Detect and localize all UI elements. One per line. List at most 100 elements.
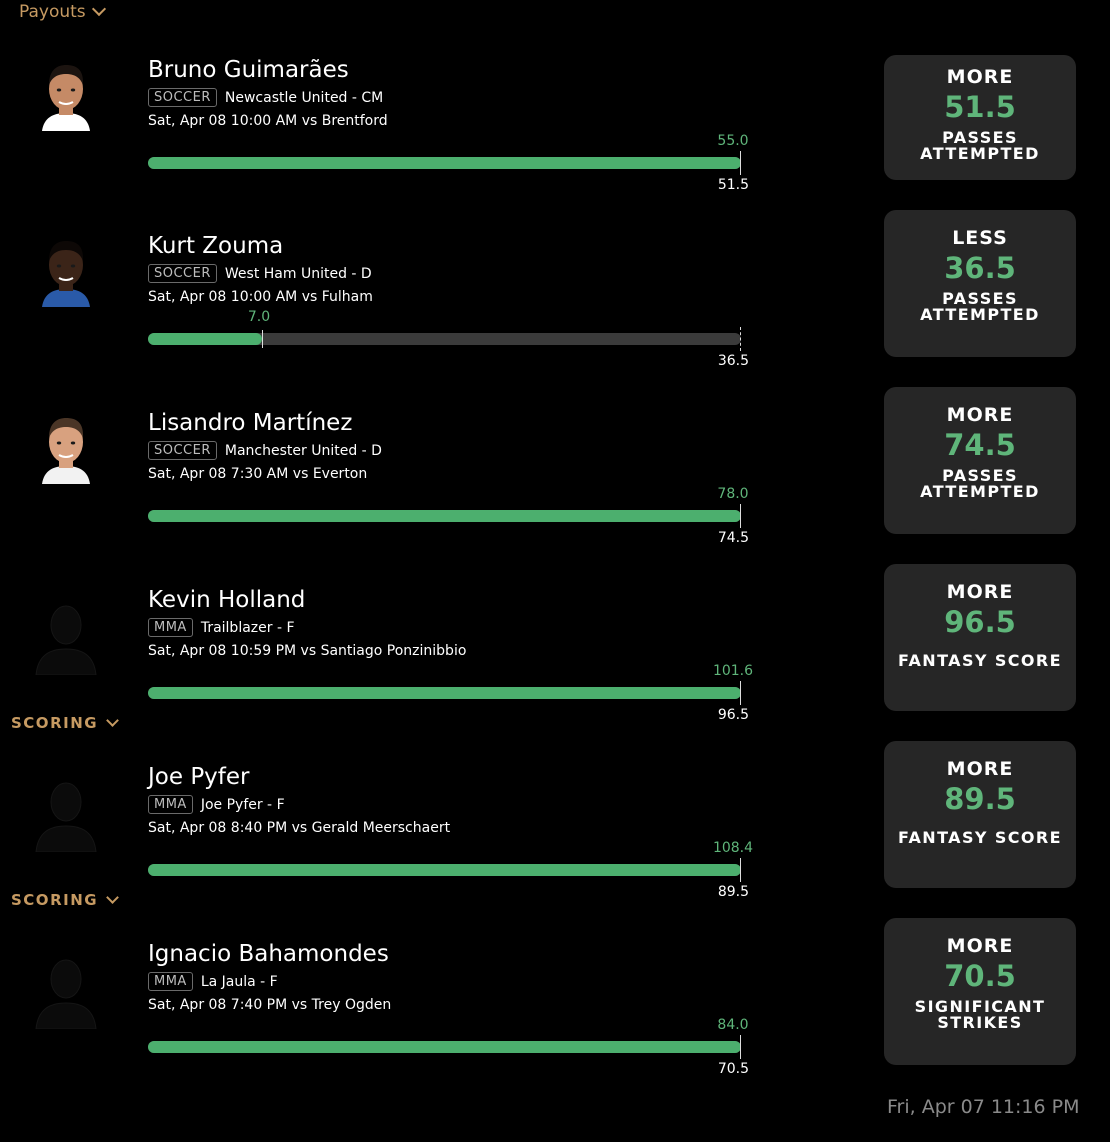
game-info: Sat, Apr 08 10:00 AM vs Fulham <box>148 289 373 305</box>
player-meta: MMA Trailblazer - F <box>148 618 295 637</box>
chevron-down-icon <box>106 714 119 727</box>
line-marker <box>740 327 741 351</box>
progress-bar: 101.6 96.5 <box>148 663 753 723</box>
projection-card[interactable]: MORE 74.5 PASSES ATTEMPTED <box>884 387 1076 534</box>
progress-bar: 55.0 51.5 <box>148 133 749 193</box>
game-info: Sat, Apr 08 8:40 PM vs Gerald Meerschaer… <box>148 820 451 836</box>
payouts-label: Payouts <box>19 2 86 22</box>
progress-bar: 84.0 70.5 <box>148 1017 749 1077</box>
sport-badge: SOCCER <box>148 88 217 107</box>
line-marker <box>740 504 741 528</box>
actual-marker <box>262 330 263 348</box>
stat-type: ATTEMPTED <box>920 482 1040 501</box>
pick-direction: LESS <box>952 227 1008 249</box>
line-value: 74.5 <box>717 530 749 546</box>
projection-line: 74.5 <box>944 428 1016 462</box>
team-position: Newcastle United - CM <box>224 89 384 106</box>
team-position: La Jaula - F <box>200 973 278 990</box>
player-avatar <box>28 599 104 675</box>
projection-line: 36.5 <box>944 251 1016 285</box>
pick-direction: MORE <box>946 581 1014 603</box>
projection-card[interactable]: LESS 36.5 PASSES ATTEMPTED <box>884 210 1076 357</box>
scoring-label: SCORING <box>11 714 99 732</box>
stat-type: STRIKES <box>937 1013 1023 1032</box>
player-avatar <box>28 776 104 852</box>
line-value: 89.5 <box>717 884 749 900</box>
player-avatar <box>28 408 104 484</box>
chevron-down-icon <box>91 1 106 17</box>
game-info: Sat, Apr 08 7:30 AM vs Everton <box>148 466 368 482</box>
chevron-down-icon <box>106 891 119 904</box>
pick-direction: MORE <box>946 758 1014 780</box>
sport-badge: MMA <box>148 972 193 991</box>
progress-bar: 7.0 36.5 <box>148 309 749 369</box>
line-marker <box>740 1035 741 1059</box>
line-marker <box>740 858 741 882</box>
player-name: Ignacio Bahamondes <box>148 941 389 967</box>
projection-line: 70.5 <box>944 959 1016 993</box>
sport-badge: SOCCER <box>148 264 217 283</box>
progress-bar: 108.4 89.5 <box>148 840 753 900</box>
actual-value: 108.4 <box>712 840 754 856</box>
player-name: Kurt Zouma <box>148 233 284 259</box>
stat-type: FANTASY SCORE <box>898 651 1062 670</box>
player-avatar <box>28 231 104 307</box>
player-meta: SOCCER West Ham United - D <box>148 264 372 283</box>
projection-card[interactable]: MORE 51.5 PASSES ATTEMPTED <box>884 55 1076 180</box>
payouts-toggle[interactable]: Payouts <box>19 1 106 22</box>
team-position: West Ham United - D <box>224 265 372 282</box>
player-name: Joe Pyfer <box>148 764 250 790</box>
player-meta: SOCCER Newcastle United - CM <box>148 88 383 107</box>
game-info: Sat, Apr 08 7:40 PM vs Trey Ogden <box>148 997 392 1013</box>
player-meta: MMA Joe Pyfer - F <box>148 795 285 814</box>
progress-fill <box>148 687 741 699</box>
scoring-toggle[interactable]: SCORING <box>11 714 119 732</box>
scoring-toggle[interactable]: SCORING <box>11 891 119 909</box>
sport-badge: MMA <box>148 618 193 637</box>
projection-line: 51.5 <box>944 90 1016 124</box>
pick-direction: MORE <box>946 404 1014 426</box>
line-marker <box>740 151 741 175</box>
pick-direction: MORE <box>946 935 1014 957</box>
player-meta: SOCCER Manchester United - D <box>148 441 382 460</box>
projection-line: 89.5 <box>944 782 1016 816</box>
stat-type: FANTASY SCORE <box>898 828 1062 847</box>
sport-badge: SOCCER <box>148 441 217 460</box>
stat-type: ATTEMPTED <box>920 144 1040 163</box>
pick-direction: MORE <box>946 66 1014 88</box>
player-meta: MMA La Jaula - F <box>148 972 278 991</box>
projection-card[interactable]: MORE 89.5 FANTASY SCORE <box>884 741 1076 888</box>
progress-fill <box>148 1041 741 1053</box>
player-name: Bruno Guimarães <box>148 57 349 83</box>
progress-fill <box>148 333 262 345</box>
line-value: 36.5 <box>717 353 749 369</box>
team-position: Manchester United - D <box>224 442 382 459</box>
progress-bar: 78.0 74.5 <box>148 486 749 546</box>
actual-value: 101.6 <box>712 663 754 679</box>
projection-card[interactable]: MORE 96.5 FANTASY SCORE <box>884 564 1076 711</box>
actual-value: 78.0 <box>717 486 749 502</box>
line-value: 51.5 <box>717 177 749 193</box>
player-name: Kevin Holland <box>148 587 306 613</box>
line-value: 96.5 <box>717 707 749 723</box>
sport-badge: MMA <box>148 795 193 814</box>
game-info: Sat, Apr 08 10:00 AM vs Brentford <box>148 113 388 129</box>
scoring-label: SCORING <box>11 891 99 909</box>
team-position: Trailblazer - F <box>200 619 295 636</box>
line-marker <box>740 681 741 705</box>
actual-value: 84.0 <box>717 1017 749 1033</box>
progress-fill <box>148 864 741 876</box>
actual-value: 7.0 <box>247 309 271 325</box>
timestamp: Fri, Apr 07 11:16 PM <box>887 1096 1080 1118</box>
player-name: Lisandro Martínez <box>148 410 353 436</box>
player-avatar <box>28 55 104 131</box>
progress-fill <box>148 157 741 169</box>
stat-type: ATTEMPTED <box>920 305 1040 324</box>
actual-value: 55.0 <box>717 133 749 149</box>
projection-line: 96.5 <box>944 605 1016 639</box>
game-info: Sat, Apr 08 10:59 PM vs Santiago Ponzini… <box>148 643 467 659</box>
player-avatar <box>28 953 104 1029</box>
line-value: 70.5 <box>717 1061 749 1077</box>
team-position: Joe Pyfer - F <box>200 796 285 813</box>
projection-card[interactable]: MORE 70.5 SIGNIFICANT STRIKES <box>884 918 1076 1065</box>
